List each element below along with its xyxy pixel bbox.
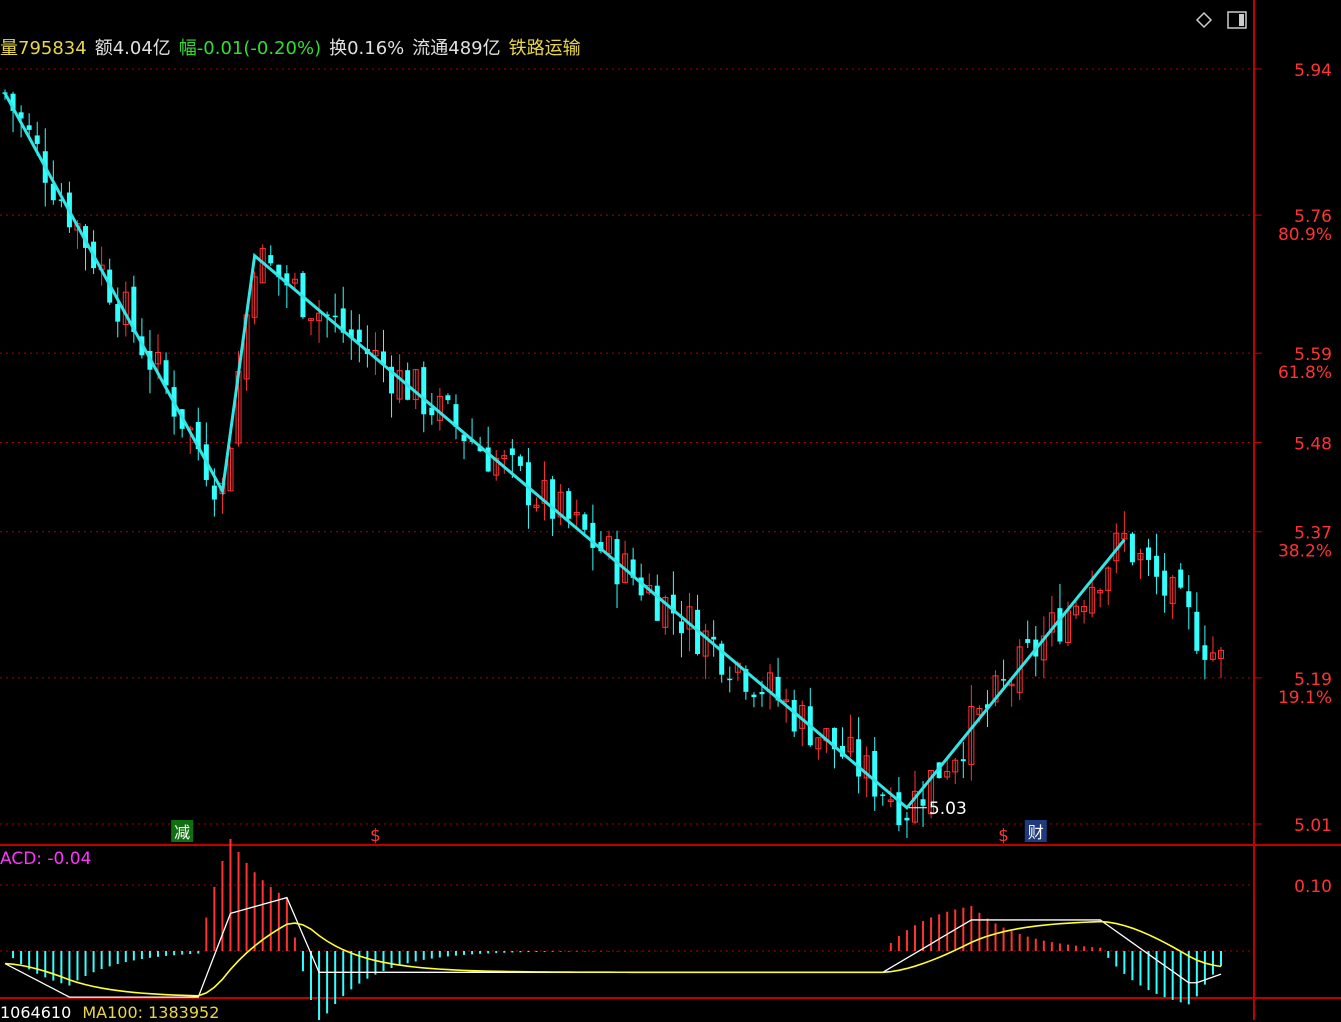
candle-body-down [872, 750, 878, 797]
price-tick-label: 5.76 [1294, 207, 1332, 227]
candle-body-down [445, 395, 451, 401]
candle-body-down [268, 255, 274, 264]
candle-body-down [1129, 533, 1135, 563]
diamond-icon [1195, 11, 1213, 29]
candle-body-down [727, 678, 733, 681]
price-tick-label: 5.94 [1294, 61, 1332, 81]
candle-body-down [856, 739, 862, 777]
candle-body-down [1178, 569, 1184, 588]
panel-toggle-icon-fill [1239, 14, 1244, 26]
candle-body-down [566, 491, 572, 519]
candle-body-down [1194, 611, 1200, 651]
reduce-event-label: 减 [174, 823, 190, 842]
candle-body-down [920, 799, 926, 806]
quote-info-bar: 量795834 额4.04亿 幅-0.01(-0.20%) 换0.16% 流通489亿铁… [0, 34, 589, 60]
candle-body-down [421, 367, 427, 415]
candle-body-down [525, 462, 531, 506]
volume-text: 量795834 [0, 38, 87, 59]
candle-body-down [1162, 570, 1168, 596]
candle-body-down [896, 792, 902, 826]
fib-level-label: 38.2% [1278, 542, 1332, 562]
fib-level-label: 61.8% [1278, 363, 1332, 383]
candle-body-down [904, 817, 910, 821]
dividend-event-marker: $ [998, 826, 1009, 846]
candle-body-down [115, 304, 121, 322]
candle-body-down [678, 621, 684, 634]
price-tick-label: 5.19 [1294, 670, 1332, 690]
sector-text: 铁路运输 [508, 38, 581, 59]
macd-label: ACD: -0.04 [0, 849, 92, 869]
candle-body-down [880, 794, 886, 796]
report-event-label: 财 [1028, 823, 1044, 842]
candle-body-down [211, 485, 217, 500]
float-cap-text: 流通489亿 [412, 38, 501, 59]
turnover-text: 换0.16% [329, 38, 405, 59]
candle-body-down [960, 759, 966, 762]
candle-body-down [332, 315, 338, 318]
candle-body-down [759, 691, 765, 695]
candle-body-down [509, 448, 515, 455]
candle-body-down [1025, 639, 1031, 643]
candle-body-down [1186, 591, 1192, 608]
price-tick-label: 5.48 [1294, 434, 1332, 454]
candle-body-down [654, 585, 660, 621]
candle-body-down [163, 360, 169, 386]
low-price-label: 5.03 [929, 799, 967, 819]
candle-body-down [1001, 679, 1007, 681]
fib-level-label: 80.9% [1278, 225, 1332, 245]
candle-body-down [1202, 645, 1208, 660]
amount-text: 额4.04亿 [94, 38, 171, 59]
candle-body-down [1057, 608, 1063, 642]
volume-label-row: 1064610 MA100: 1383952 [0, 1003, 219, 1022]
macd-dif-line [4, 896, 1222, 998]
price-tick-label: 5.37 [1294, 524, 1332, 544]
volume-value: 1064610 [0, 1003, 72, 1022]
price-tick-label: 5.01 [1294, 816, 1332, 836]
price-chart[interactable]: 5.945.7680.9%5.5961.8%5.485.3738.2%5.191… [0, 0, 1341, 1020]
candle-body-down [356, 329, 362, 343]
fib-level-label: 19.1% [1278, 688, 1332, 708]
candle-body-down [711, 636, 717, 640]
candle-body-down [751, 694, 757, 698]
candle-body-down [26, 125, 32, 130]
candle-body-down [1146, 547, 1152, 560]
dividend-event-marker: $ [370, 826, 381, 846]
zigzag-trend-line [3, 92, 1126, 810]
candle-body-down [34, 135, 40, 144]
ma100-label: MA100: 1383952 [82, 1003, 220, 1022]
candle-body-down [517, 456, 523, 466]
macd-dea-line [4, 920, 1222, 997]
candle-body-down [550, 479, 556, 519]
price-tick-label: 5.59 [1294, 345, 1332, 365]
macd-tick-label: 0.10 [1294, 877, 1332, 897]
candle-body-down [1154, 555, 1160, 577]
change-text: 幅-0.01(-0.20%) [178, 38, 322, 59]
candle-body-down [582, 514, 588, 530]
